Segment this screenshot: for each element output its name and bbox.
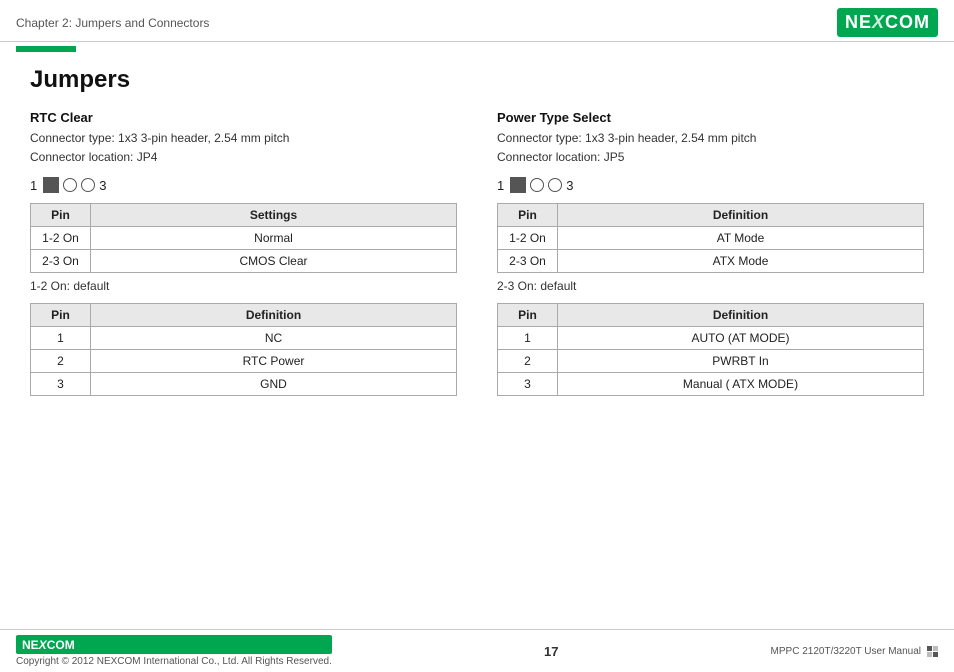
left-t2-r2-def: RTC Power	[91, 350, 457, 373]
table-row: 1-2 On Normal	[31, 227, 457, 250]
mosaic-cell-1	[927, 646, 932, 651]
right-jumper-diagram: 1 3	[497, 177, 924, 193]
right-connector-location: Connector location: JP5	[497, 150, 624, 164]
right-definition-table: Pin Definition 1 AUTO (AT MODE) 2 PWRBT …	[497, 303, 924, 396]
footer-manual-title: MPPC 2120T/3220T User Manual	[771, 646, 921, 657]
left-t1-r2-setting: CMOS Clear	[91, 250, 457, 273]
footer-page-number: 17	[544, 644, 558, 659]
left-t2-r2-pin: 2	[31, 350, 91, 373]
left-definition-table: Pin Definition 1 NC 2 RTC Power 3	[30, 303, 457, 396]
nexcom-logo: NEXCOM	[837, 8, 938, 37]
left-t2-header-definition: Definition	[91, 304, 457, 327]
right-mode-table: Pin Definition 1-2 On AT Mode 2-3 On ATX…	[497, 203, 924, 273]
left-diagram-num-right: 3	[99, 178, 106, 193]
left-diagram-num-left: 1	[30, 178, 37, 193]
right-connector-info: Connector type: 1x3 3-pin header, 2.54 m…	[497, 129, 924, 167]
logo-text: NEXCOM	[845, 12, 930, 32]
right-t2-r1-def: AUTO (AT MODE)	[558, 327, 924, 350]
table-row: 1 NC	[31, 327, 457, 350]
right-t1-header-definition: Definition	[558, 204, 924, 227]
left-t1-r1-pin: 1-2 On	[31, 227, 91, 250]
mosaic-icon	[927, 646, 938, 657]
table-row: 2 PWRBT In	[498, 350, 924, 373]
green-accent-bar	[16, 46, 76, 52]
page-footer: NEXCOM Copyright © 2012 NEXCOM Internati…	[0, 629, 954, 672]
left-t1-r1-setting: Normal	[91, 227, 457, 250]
chapter-label: Chapter 2: Jumpers and Connectors	[16, 16, 209, 30]
table-row: 3 GND	[31, 373, 457, 396]
right-t1-header-pin: Pin	[498, 204, 558, 227]
mosaic-cell-3	[927, 652, 932, 657]
left-t1-header-pin: Pin	[31, 204, 91, 227]
left-pin1	[43, 177, 59, 193]
left-t1-r2-pin: 2-3 On	[31, 250, 91, 273]
mosaic-cell-4	[933, 652, 938, 657]
page-header: Chapter 2: Jumpers and Connectors NEXCOM	[0, 0, 954, 42]
table-row: 1-2 On AT Mode	[498, 227, 924, 250]
right-t2-header-definition: Definition	[558, 304, 924, 327]
right-t1-r2-def: ATX Mode	[558, 250, 924, 273]
page-title: Jumpers	[30, 66, 924, 94]
left-connector-location: Connector location: JP4	[30, 150, 157, 164]
right-t2-r1-pin: 1	[498, 327, 558, 350]
right-t2-header-pin: Pin	[498, 304, 558, 327]
left-pin3	[81, 178, 95, 192]
right-t1-r1-pin: 1-2 On	[498, 227, 558, 250]
left-t2-header-pin: Pin	[31, 304, 91, 327]
main-content: Jumpers RTC Clear Connector type: 1x3 3-…	[0, 56, 954, 412]
footer-logo-text: NEXCOM	[22, 638, 75, 652]
left-settings-table: Pin Settings 1-2 On Normal 2-3 On CMOS C…	[30, 203, 457, 273]
right-t2-r3-def: Manual ( ATX MODE)	[558, 373, 924, 396]
left-connector-info: Connector type: 1x3 3-pin header, 2.54 m…	[30, 129, 457, 167]
two-column-layout: RTC Clear Connector type: 1x3 3-pin head…	[30, 110, 924, 402]
left-default-note: 1-2 On: default	[30, 279, 457, 293]
right-pin2	[530, 178, 544, 192]
right-pin1	[510, 177, 526, 193]
table-row: 2-3 On CMOS Clear	[31, 250, 457, 273]
left-pin2	[63, 178, 77, 192]
left-t2-r1-pin: 1	[31, 327, 91, 350]
table-row: 1 AUTO (AT MODE)	[498, 327, 924, 350]
right-t1-r2-pin: 2-3 On	[498, 250, 558, 273]
mosaic-cell-2	[933, 646, 938, 651]
right-connector-type: Connector type: 1x3 3-pin header, 2.54 m…	[497, 131, 756, 145]
table-row: 2 RTC Power	[31, 350, 457, 373]
right-t2-r3-pin: 3	[498, 373, 558, 396]
table-row: 2-3 On ATX Mode	[498, 250, 924, 273]
right-t1-r1-def: AT Mode	[558, 227, 924, 250]
left-t2-r1-def: NC	[91, 327, 457, 350]
left-t2-r3-pin: 3	[31, 373, 91, 396]
right-diagram-num-left: 1	[497, 178, 504, 193]
left-column: RTC Clear Connector type: 1x3 3-pin head…	[30, 110, 457, 402]
left-connector-type: Connector type: 1x3 3-pin header, 2.54 m…	[30, 131, 289, 145]
left-t2-r3-def: GND	[91, 373, 457, 396]
footer-logo: NEXCOM	[16, 635, 332, 654]
right-column: Power Type Select Connector type: 1x3 3-…	[497, 110, 924, 402]
footer-right: MPPC 2120T/3220T User Manual	[771, 646, 938, 657]
footer-copyright: Copyright © 2012 NEXCOM International Co…	[16, 656, 332, 667]
right-pin3	[548, 178, 562, 192]
right-t2-r2-pin: 2	[498, 350, 558, 373]
table-row: 3 Manual ( ATX MODE)	[498, 373, 924, 396]
left-t1-header-settings: Settings	[91, 204, 457, 227]
right-default-note: 2-3 On: default	[497, 279, 924, 293]
left-section-title: RTC Clear	[30, 110, 457, 125]
right-diagram-num-right: 3	[566, 178, 573, 193]
right-t2-r2-def: PWRBT In	[558, 350, 924, 373]
right-section-title: Power Type Select	[497, 110, 924, 125]
left-jumper-diagram: 1 3	[30, 177, 457, 193]
footer-left: NEXCOM Copyright © 2012 NEXCOM Internati…	[16, 635, 332, 667]
